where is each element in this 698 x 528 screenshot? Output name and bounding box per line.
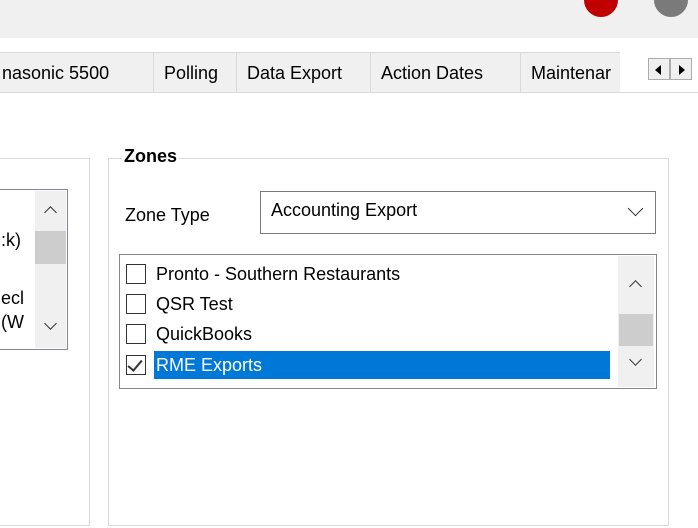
zone-item-label: QSR Test xyxy=(156,294,233,314)
arrow-left-icon xyxy=(655,65,661,75)
close-dot-icon[interactable] xyxy=(584,0,618,17)
left-list-scrollbar[interactable] xyxy=(35,191,66,348)
zone-item-qsr-test[interactable]: QSR Test xyxy=(126,289,616,319)
tab-action-dates[interactable]: Action Dates xyxy=(370,52,520,92)
zone-type-select[interactable]: Accounting Export xyxy=(260,191,656,234)
chevron-down-icon[interactable] xyxy=(627,200,644,217)
checkbox-checked[interactable] xyxy=(126,355,146,375)
checkmark-icon xyxy=(127,356,143,372)
tab-maintenance[interactable]: Maintenar xyxy=(520,52,620,92)
zone-item-label: Pronto - Southern Restaurants xyxy=(156,264,401,284)
scrollbar-thumb[interactable] xyxy=(35,231,66,264)
zones-checklist[interactable]: Pronto - Southern Restaurants QSR Test Q… xyxy=(119,254,657,389)
chevron-down-icon[interactable] xyxy=(44,317,57,330)
chevron-up-icon[interactable] xyxy=(629,280,642,293)
checkbox[interactable] xyxy=(126,324,146,344)
zone-item-label: QuickBooks xyxy=(156,324,253,344)
zones-list-scrollbar[interactable] xyxy=(618,256,654,387)
arrow-right-icon xyxy=(679,65,685,75)
tab-scroll-right-button[interactable] xyxy=(670,58,692,80)
checkbox[interactable] xyxy=(126,294,146,314)
chevron-down-icon[interactable] xyxy=(629,353,642,366)
tab-polling[interactable]: Polling xyxy=(153,52,236,92)
zone-item-label: RME Exports xyxy=(154,351,610,379)
scrollbar-thumb[interactable] xyxy=(619,314,653,346)
zone-item-pronto[interactable]: Pronto - Southern Restaurants xyxy=(126,259,616,289)
tab-data-export[interactable]: Data Export xyxy=(236,52,370,92)
zone-item-quickbooks[interactable]: QuickBooks xyxy=(126,319,616,349)
title-bar xyxy=(0,0,698,38)
zone-item-rme-exports[interactable]: RME Exports xyxy=(126,350,616,380)
zone-type-label: Zone Type xyxy=(125,205,210,225)
tab-bar: nasonic 5500 Polling Data Export Action … xyxy=(0,48,698,93)
list-item[interactable]: :k) xyxy=(1,230,21,251)
tab-panasonic-5500[interactable]: nasonic 5500 xyxy=(0,52,153,92)
zones-title: Zones xyxy=(122,146,180,167)
chevron-up-icon[interactable] xyxy=(44,206,57,219)
list-item[interactable]: (W xyxy=(1,312,24,333)
tab-scroll-left-button[interactable] xyxy=(648,58,670,80)
zone-type-value: Accounting Export xyxy=(271,200,418,220)
window-dot-icon[interactable] xyxy=(654,0,688,17)
list-item[interactable]: ecl xyxy=(1,288,24,309)
checkbox[interactable] xyxy=(126,264,146,284)
left-listbox[interactable]: :k) ecl (W xyxy=(0,189,68,350)
